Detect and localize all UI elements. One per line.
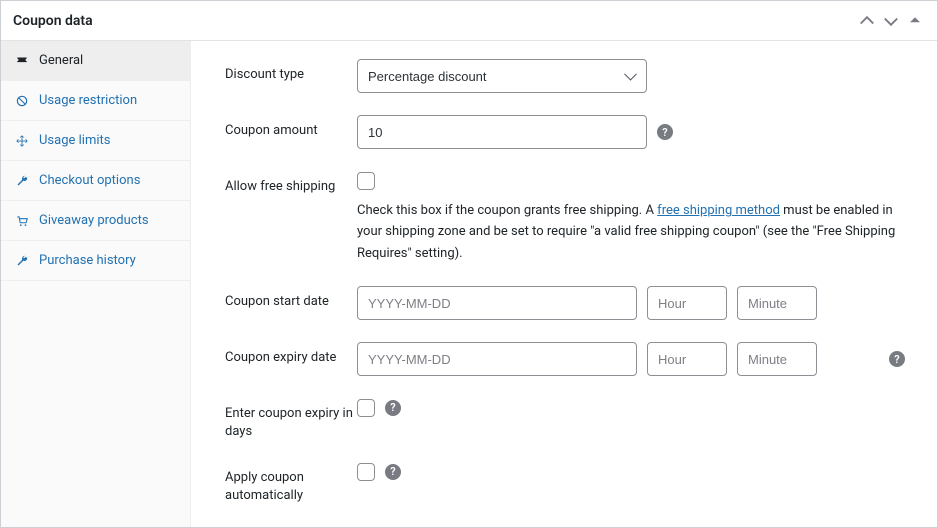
label-expiry-date: Coupon expiry date — [225, 342, 357, 367]
panel-header-controls — [857, 11, 925, 31]
collapse-icon[interactable] — [905, 11, 925, 31]
help-icon[interactable]: ? — [385, 464, 401, 480]
row-auto-apply: Apply coupon automatically ? — [225, 462, 909, 504]
tab-usage-restriction[interactable]: Usage restriction — [1, 81, 190, 121]
tab-checkout-options[interactable]: Checkout options — [1, 161, 190, 201]
tab-label: Giveaway products — [39, 213, 149, 228]
row-start-date: Coupon start date — [225, 286, 909, 320]
tab-general[interactable]: General — [1, 41, 190, 81]
panel-title: Coupon data — [13, 13, 93, 29]
ban-icon — [15, 94, 29, 108]
help-icon[interactable]: ? — [657, 124, 673, 140]
expiry-days-checkbox[interactable] — [357, 399, 375, 417]
coupon-data-panel: Coupon data General Usage restriction Us… — [0, 0, 938, 528]
help-icon[interactable]: ? — [889, 351, 905, 367]
discount-type-select[interactable]: Percentage discount — [357, 59, 647, 93]
wrench-icon — [15, 254, 29, 268]
label-display-in: Display coupon in — [225, 527, 357, 528]
help-icon[interactable]: ? — [385, 400, 401, 416]
panel-header: Coupon data — [1, 1, 937, 41]
wrench-icon — [15, 174, 29, 188]
move-up-icon[interactable] — [857, 11, 877, 31]
row-expiry-date: Coupon expiry date ? — [225, 342, 909, 376]
tab-usage-limits[interactable]: Usage limits — [1, 121, 190, 161]
row-display-in: Display coupon in ? — [225, 527, 909, 528]
free-shipping-checkbox[interactable] — [357, 172, 375, 190]
form-area: Discount type Percentage discount Coupon… — [191, 41, 937, 527]
coupon-amount-input[interactable] — [357, 115, 647, 149]
expiry-minute-input[interactable] — [737, 342, 817, 376]
tabs-list: General Usage restriction Usage limits C… — [1, 41, 190, 281]
tab-giveaway-products[interactable]: Giveaway products — [1, 201, 190, 241]
auto-apply-checkbox[interactable] — [357, 463, 375, 481]
label-discount-type: Discount type — [225, 59, 357, 84]
panel-body: General Usage restriction Usage limits C… — [1, 41, 937, 527]
label-coupon-amount: Coupon amount — [225, 115, 357, 140]
expiry-hour-input[interactable] — [647, 342, 727, 376]
expiry-date-input[interactable] — [357, 342, 637, 376]
tab-label: Usage restriction — [39, 93, 137, 108]
tab-label: Purchase history — [39, 253, 136, 268]
label-auto-apply: Apply coupon automatically — [225, 462, 357, 504]
ticket-icon — [15, 54, 29, 68]
row-discount-type: Discount type Percentage discount — [225, 59, 909, 93]
limits-icon — [15, 134, 29, 148]
start-date-input[interactable] — [357, 286, 637, 320]
tab-label: General — [39, 53, 83, 68]
label-start-date: Coupon start date — [225, 286, 357, 311]
label-free-shipping: Allow free shipping — [225, 171, 357, 196]
free-shipping-method-link[interactable]: free shipping method — [657, 203, 780, 218]
tab-label: Usage limits — [39, 133, 110, 148]
tab-label: Checkout options — [39, 173, 140, 188]
tab-purchase-history[interactable]: Purchase history — [1, 241, 190, 281]
row-coupon-amount: Coupon amount ? — [225, 115, 909, 149]
cart-icon — [15, 214, 29, 228]
label-expiry-days: Enter coupon expiry in days — [225, 398, 357, 440]
row-expiry-days: Enter coupon expiry in days ? — [225, 398, 909, 440]
move-down-icon[interactable] — [881, 11, 901, 31]
display-in-select[interactable] — [357, 527, 647, 528]
start-hour-input[interactable] — [647, 286, 727, 320]
row-free-shipping: Allow free shipping Check this box if th… — [225, 171, 909, 264]
free-shipping-description: Check this box if the coupon grants free… — [357, 200, 897, 264]
sidebar-tabs: General Usage restriction Usage limits C… — [1, 41, 191, 527]
start-minute-input[interactable] — [737, 286, 817, 320]
